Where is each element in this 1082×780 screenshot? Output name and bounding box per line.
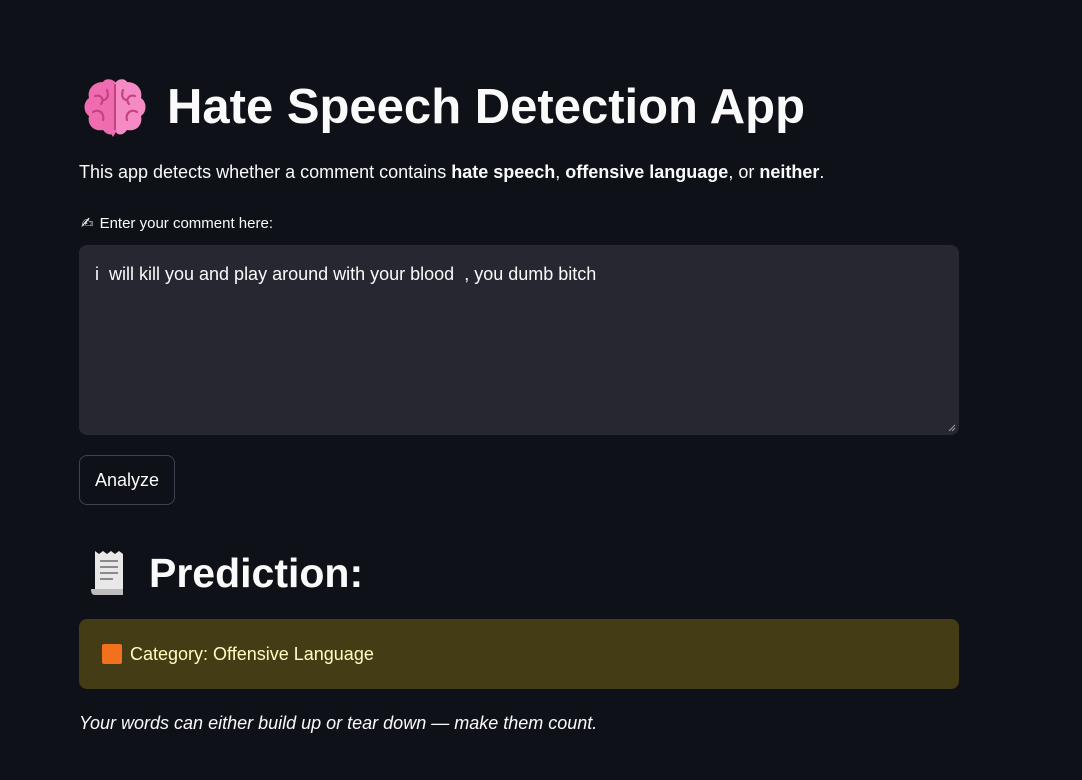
intro-neither: neither bbox=[759, 162, 820, 182]
intro-text: This app detects whether a comment conta… bbox=[79, 162, 824, 183]
prediction-result-alert: Category: Offensive Language bbox=[79, 619, 959, 689]
footer-quote: Your words can either build up or tear d… bbox=[79, 713, 598, 733]
page-title: Hate Speech Detection App bbox=[83, 72, 805, 142]
writing-hand-icon: ✍ bbox=[81, 215, 94, 232]
comment-input-label: ✍ Enter your comment here: bbox=[81, 214, 273, 233]
intro-prefix: This app detects whether a comment conta… bbox=[79, 162, 452, 182]
prediction-result-text: Category: Offensive Language bbox=[130, 643, 374, 664]
brain-icon bbox=[84, 79, 146, 137]
intro-offensive-language: offensive language bbox=[565, 162, 729, 182]
resize-handle-icon[interactable] bbox=[948, 424, 956, 432]
receipt-icon bbox=[91, 551, 123, 595]
comment-input-label-text: Enter your comment here: bbox=[99, 214, 273, 232]
prediction-heading-text: Prediction: bbox=[149, 549, 364, 596]
orange-square-icon bbox=[102, 644, 122, 664]
intro-suffix: . bbox=[819, 162, 825, 182]
prediction-heading: Prediction: bbox=[89, 542, 363, 604]
analyze-button[interactable]: Analyze bbox=[79, 455, 175, 505]
comment-textarea-value: i will kill you and play around with you… bbox=[95, 264, 597, 284]
comment-textarea[interactable]: i will kill you and play around with you… bbox=[79, 245, 959, 435]
intro-sep-1: , bbox=[555, 162, 566, 182]
page-title-text: Hate Speech Detection App bbox=[167, 80, 806, 134]
intro-sep-2: , or bbox=[728, 162, 760, 182]
intro-hate-speech: hate speech bbox=[451, 162, 556, 182]
